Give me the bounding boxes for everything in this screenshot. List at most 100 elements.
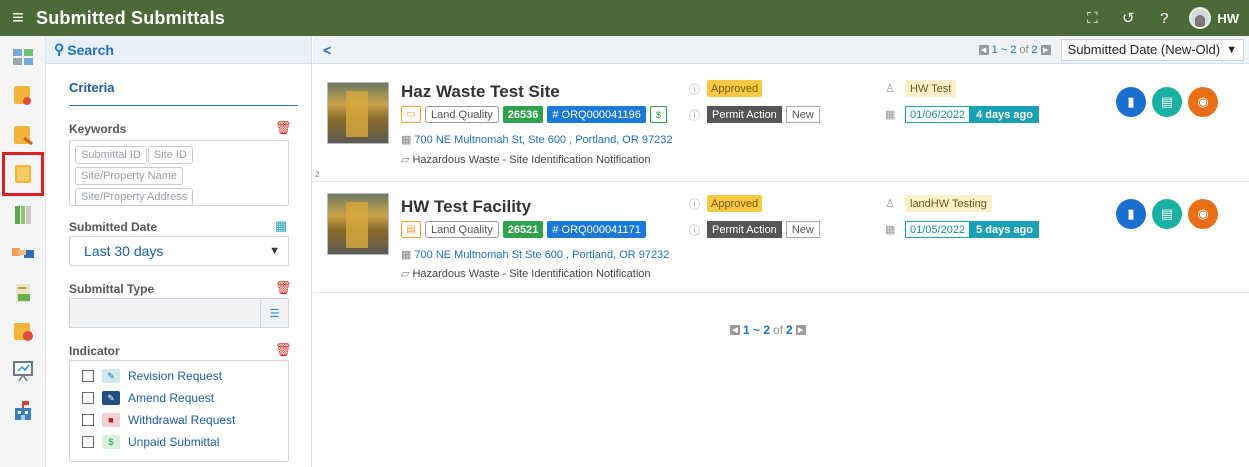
calendar-icon[interactable]: ▦ [275,218,287,234]
document-icon: ▤ [401,221,421,238]
folder-icon: ▱ [401,154,410,166]
prev-page-icon[interactable]: ◀ [978,44,989,55]
site-name[interactable]: HW Test Facility [401,197,531,217]
keyword-chip: Site ID [147,146,193,164]
document-button[interactable]: ▤ [1152,87,1182,117]
user-initials[interactable]: HW [1217,11,1239,26]
indicator-label-text: Unpaid Submittal [128,435,220,449]
criteria-tab[interactable]: Criteria [69,80,298,106]
menu-icon[interactable]: ≡ [0,7,36,30]
keywords-label: Keywords [69,122,127,136]
submittal-card[interactable]: Haz Waste Test Site ▭ Land Quality 26536… [313,72,1249,182]
site-id-tag: 26521 [502,221,544,238]
library-icon[interactable] [9,202,37,228]
action-badge: Permit Action [707,106,782,123]
history-icon[interactable]: ↺ [1117,7,1139,29]
indicator-label-text: Amend Request [128,391,215,405]
indicator-revision[interactable]: ✎ Revision Request [82,365,288,387]
info-icon: ⓘ [689,198,700,211]
monitor-icon: ▭ [401,106,421,123]
sort-select[interactable]: Submitted Date (New-Old) ▼ [1060,38,1244,61]
presentation-icon[interactable] [9,358,37,384]
site-name[interactable]: Haz Waste Test Site [401,82,560,102]
results-toolbar: < ◀ 1 ~ 2 of 2 ▶ Submitted Date (New-Old… [313,36,1249,64]
dollar-icon: $ [102,435,120,449]
page-of: of [1019,43,1029,56]
submittal-type: ▱ Hazardous Waste - Site Identification N… [401,154,651,166]
calendar-icon: ▦ [885,109,896,121]
site-thumbnail [327,193,389,255]
view-button[interactable]: ◉ [1188,87,1218,117]
submittals-pending-icon[interactable] [9,122,37,148]
alerts-icon[interactable] [9,318,37,344]
fullscreen-icon[interactable]: ⛶ [1081,7,1103,29]
folder-icon: ■ [102,413,120,427]
report-button[interactable]: ▮ [1116,87,1146,117]
clear-indicator-trash-icon[interactable]: 🗑 [275,342,292,358]
checkbox[interactable] [82,370,94,382]
keyword-chip: Submittal ID [75,146,147,164]
page-range: 1 ~ 2 [991,43,1017,56]
site-id-tag: 26536 [502,106,544,123]
indicator-label-text: Withdrawal Request [128,413,236,427]
building-icon: ▦ [401,134,412,146]
indicator-withdrawal[interactable]: ■ Withdrawal Request [82,409,288,431]
submitted-date-value: Last 30 days [84,243,164,259]
search-header[interactable]: ⚲ Search [46,36,311,64]
indicator-list: ✎ Revision Request ✎ Amend Request ■ Wit… [69,360,289,462]
checkbox[interactable] [82,414,94,426]
pencil-icon: ✎ [102,369,120,383]
submittal-type-input[interactable]: ☰ [69,298,289,328]
submitted-submittals-icon[interactable] [2,152,44,196]
clear-type-trash-icon[interactable]: 🗑 [275,280,292,296]
info-icon: ⓘ [689,109,700,122]
indicator-unpaid[interactable]: $ Unpaid Submittal [82,431,288,453]
building-icon: ▦ [401,249,412,261]
indicator-label: Indicator [69,344,120,358]
left-nav-rail [0,36,46,467]
clear-keywords-trash-icon[interactable]: 🗑 [275,120,292,136]
submitted-date-select[interactable]: Last 30 days ▼ [69,236,289,266]
prev-page-icon[interactable]: ◀ [730,325,740,335]
action-badge: Permit Action [707,221,782,238]
document-button[interactable]: ▤ [1152,199,1182,229]
next-page-icon[interactable]: ▶ [795,325,806,335]
help-icon[interactable]: ? [1153,7,1175,29]
program-tag: Land Quality [425,221,499,238]
submitted-date: 01/05/2022 [905,221,971,238]
dashboard-icon[interactable] [9,44,37,70]
days-ago-badge: 4 days ago [970,106,1039,123]
indicator-amend[interactable]: ✎ Amend Request [82,387,288,409]
page-total: 2 [786,323,793,337]
submittal-type-label: Submittal Type [69,282,155,296]
keyword-chip: Site/Property Address [75,188,194,206]
page-of: of [773,323,784,337]
view-button[interactable]: ◉ [1188,199,1218,229]
site-address[interactable]: ▦ 700 NE Multnomah St, Ste 600 , Portland… [401,133,672,146]
page-title: Submitted Submittals [36,7,226,28]
checkbox[interactable] [82,436,94,448]
chevron-down-icon: ▼ [1226,43,1237,56]
submittal-card[interactable]: HW Test Facility ▤ Land Quality 26521 # … [313,183,1249,293]
submittals-draft-icon[interactable] [9,82,37,108]
pager-bottom: ◀ 1 ~ 2 of 2 ▶ [730,323,806,337]
keywords-input[interactable]: Submittal ID Site ID Site/Property Name S… [69,140,289,206]
handshake-icon[interactable] [9,240,37,266]
page-total: 2 [1031,43,1038,56]
dollar-icon: $ [649,106,667,123]
submitter-name: landHW Testing [905,195,992,212]
checkbox[interactable] [82,392,94,404]
collapse-chevron-icon[interactable]: < [313,42,331,58]
list-icon[interactable]: ☰ [260,299,288,327]
keyword-chip: Site/Property Name [75,167,183,185]
organization-icon[interactable] [9,398,37,424]
submittal-number-tag: # ORQ000041171 [547,221,646,238]
sort-value: Submitted Date (New-Old) [1067,42,1221,57]
avatar[interactable] [1189,7,1212,29]
action-type-badge: New [785,106,820,123]
report-button[interactable]: ▮ [1116,199,1146,229]
site-address[interactable]: ▦ 700 NE Multnomah St Ste 600 , Portland,… [401,248,669,261]
next-page-icon[interactable]: ▶ [1040,44,1051,55]
documents-icon[interactable] [9,280,37,306]
site-thumbnail [327,82,389,144]
